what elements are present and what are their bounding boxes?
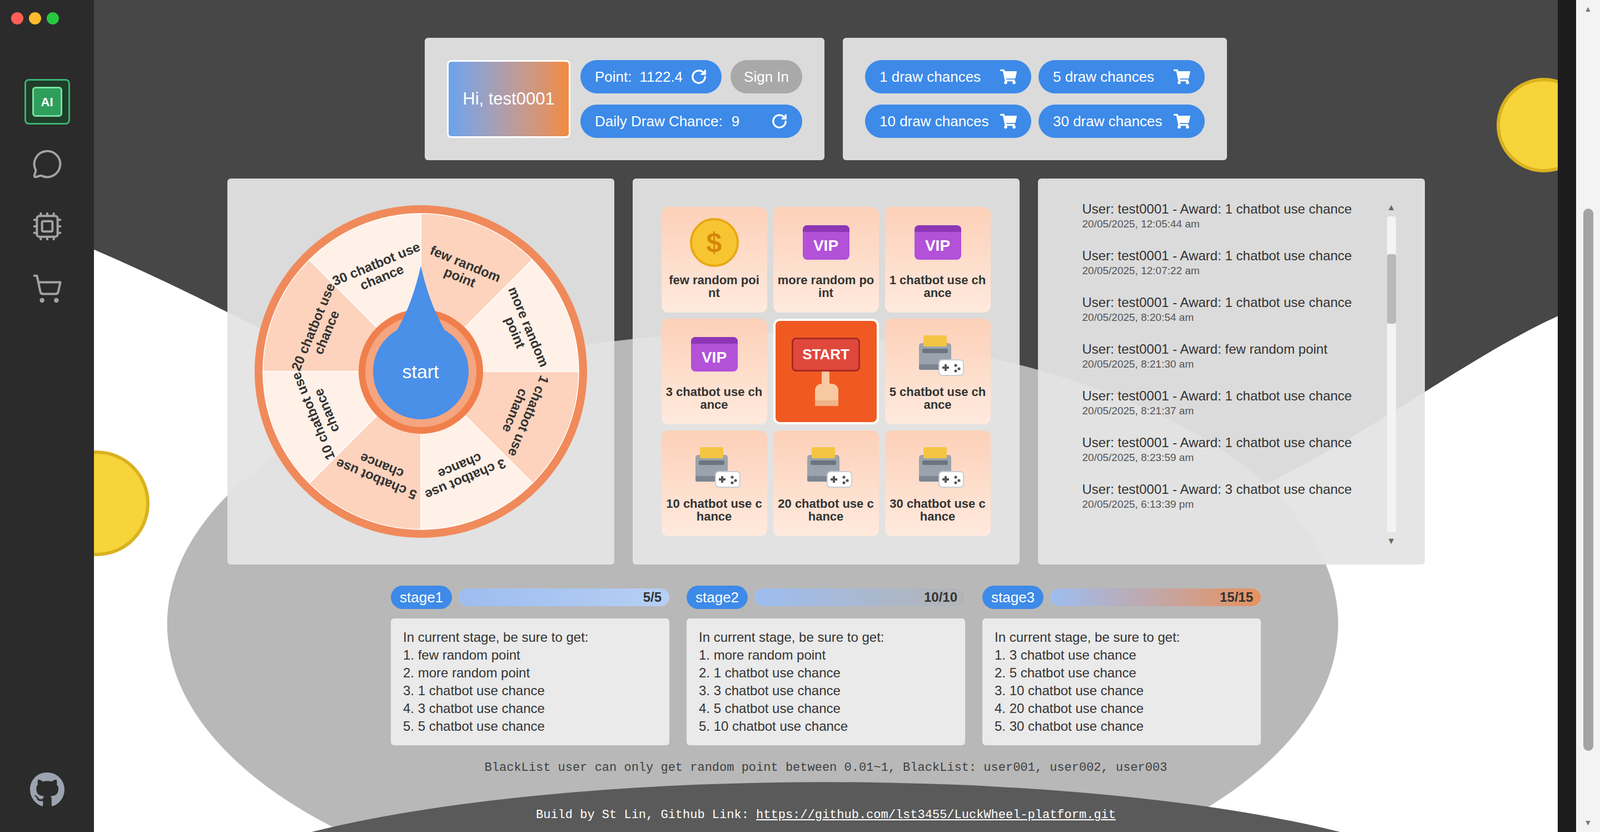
stage-reward-item: 3. 10 chatbot use chance [994, 681, 1249, 700]
coin-icon: $ [689, 217, 739, 267]
grid-start-button[interactable]: START [773, 318, 879, 425]
record-item: User: test0001 - Award: 1 chatbot use ch… [1082, 387, 1374, 435]
sidebar: AI [0, 0, 94, 832]
window-control[interactable] [11, 12, 24, 25]
stage-label: stage1 [390, 585, 452, 609]
vip-icon: VIP [691, 336, 738, 372]
stage-reward-item: 2. more random point [403, 663, 658, 682]
purchase-button[interactable]: 10 draw chances [865, 104, 1032, 138]
window-control[interactable] [46, 12, 59, 25]
blacklist-note: BlackList user can only get random point… [484, 758, 1168, 777]
stage-column: stage3 15/15 In current stage, be sure to … [982, 585, 1261, 745]
stage-rewards-card: In current stage, be sure to get:1. more… [686, 618, 966, 745]
cart-icon [31, 272, 63, 305]
stage-progress-bar: 10/10 [754, 588, 966, 606]
stage-reward-item: 2. 5 chatbot use chance [994, 663, 1249, 682]
stage-reward-item: 1. 3 chatbot use chance [994, 646, 1249, 664]
stage-reward-item: 2. 1 chatbot use chance [698, 663, 953, 682]
game-console-icon [911, 331, 965, 377]
chip-icon [31, 210, 63, 242]
prize-wheel[interactable]: few random pointmore random point1 chatb… [254, 204, 588, 539]
stage-progress-bar: 5/5 [458, 588, 670, 606]
greeting-card: Hi, test0001 [446, 60, 571, 138]
prize-cell: 5 chatbot use chance [885, 318, 991, 425]
cart-icon [1173, 68, 1191, 86]
stage-reward-item: 1. more random point [698, 646, 953, 664]
window-controls [0, 0, 59, 25]
purchase-button[interactable]: 30 draw chances [1038, 104, 1205, 138]
record-scrollbar[interactable]: ▲▼ [1384, 200, 1399, 548]
prize-cell: $few random point [661, 206, 768, 313]
build-credit: Build by St Lin, Github Link: https://gi… [535, 805, 1116, 824]
cart-icon [1173, 112, 1191, 130]
main-area: Hi, test0001 Point:1122.4Sign In Daily Dra… [93, 0, 1558, 832]
purchase-panel: 1 draw chances5 draw chances10 draw chan… [842, 37, 1227, 161]
app-window: AI Hi, test0001 Point:1122.4Sign In Daily D… [0, 0, 1600, 832]
wheel-panel: few random pointmore random point1 chatb… [227, 178, 615, 565]
record-item: User: test0001 - Award: 1 chatbot use ch… [1082, 247, 1374, 295]
daily-draw-display[interactable]: Daily Draw Chance:9 [580, 104, 803, 138]
page-scrollbar[interactable]: ▲▼ [1576, 0, 1600, 832]
game-console-icon [911, 443, 965, 489]
point-display[interactable]: Point:1122.4 [580, 60, 722, 94]
stage-reward-item: 5. 5 chatbot use chance [403, 717, 658, 735]
github-icon[interactable] [29, 771, 66, 808]
refresh-icon[interactable] [690, 68, 708, 86]
ai-nav-item[interactable]: AI [24, 78, 71, 125]
game-console-icon [687, 443, 742, 489]
record-item: User: test0001 - Award: 1 chatbot use ch… [1082, 434, 1374, 481]
records-panel: User: test0001 - Award: 1 chatbot use ch… [1037, 178, 1425, 565]
stage-column: stage1 5/5 In current stage, be sure to ge… [390, 585, 670, 745]
stage-reward-item: 5. 10 chatbot use chance [698, 717, 953, 735]
record-item: User: test0001 - Award: 1 chatbot use ch… [1082, 294, 1374, 341]
record-item: User: test0001 - Award: 3 chatbot use ch… [1082, 480, 1374, 528]
prize-cell: 30 chatbot use chance [885, 430, 991, 536]
stage-rewards-card: In current stage, be sure to get:1. 3 ch… [982, 618, 1261, 745]
stage-label: stage2 [686, 585, 748, 609]
stage-progress-bar: 15/15 [1050, 588, 1261, 606]
stage-reward-item: 1. few random point [403, 646, 658, 664]
prize-cell: VIP3 chatbot use chance [661, 318, 768, 425]
purchase-button[interactable]: 5 draw chances [1038, 60, 1205, 94]
cart-icon [1000, 112, 1017, 130]
wheel-start-button[interactable]: start [401, 357, 439, 386]
purchase-button[interactable]: 1 draw chances [865, 60, 1032, 94]
stage-reward-item: 4. 5 chatbot use chance [698, 699, 953, 718]
stage-label: stage3 [982, 585, 1044, 609]
record-list: User: test0001 - Award: 1 chatbot use ch… [1082, 200, 1374, 548]
stage-reward-item: 5. 30 chatbot use chance [994, 717, 1249, 735]
stage-rewards-card: In current stage, be sure to get:1. few … [390, 618, 670, 745]
vip-icon: VIP [802, 225, 850, 260]
pointing-hand-icon [810, 369, 842, 406]
refresh-icon[interactable] [771, 112, 788, 130]
stage-column: stage2 10/10 In current stage, be sure to … [686, 585, 966, 745]
stage-reward-item: 4. 20 chatbot use chance [994, 699, 1249, 718]
ai-chip-icon: AI [32, 86, 63, 117]
prize-cell: VIPmore random point [773, 206, 879, 313]
stage-reward-item: 3. 1 chatbot use chance [403, 681, 658, 700]
cart-icon [1000, 68, 1017, 86]
record-item: User: test0001 - Award: few random point… [1082, 340, 1374, 388]
cart-nav-item[interactable] [24, 265, 71, 312]
chat-icon [31, 148, 63, 180]
github-link[interactable]: https://github.com/lst3455/LuckWheel-pla… [756, 807, 1116, 822]
prize-cell: VIP1 chatbot use chance [885, 206, 991, 313]
sign-in-button[interactable]: Sign In [730, 60, 803, 94]
window-edge [1557, 0, 1577, 832]
stage-reward-item: 3. 3 chatbot use chance [698, 681, 953, 700]
user-panel: Hi, test0001 Point:1122.4Sign In Daily Dra… [424, 37, 825, 161]
window-control[interactable] [28, 12, 42, 25]
stage-reward-item: 4. 3 chatbot use chance [403, 699, 658, 718]
prize-grid-panel: $few random pointVIPmore random pointVIP… [632, 178, 1020, 565]
prize-cell: 20 chatbot use chance [773, 430, 879, 536]
chip-nav-item[interactable] [24, 203, 71, 250]
prize-cell: 10 chatbot use chance [661, 430, 768, 536]
game-console-icon [799, 443, 853, 489]
chat-nav-item[interactable] [24, 141, 71, 187]
record-item: User: test0001 - Award: 1 chatbot use ch… [1082, 200, 1374, 248]
vip-icon: VIP [914, 225, 962, 260]
